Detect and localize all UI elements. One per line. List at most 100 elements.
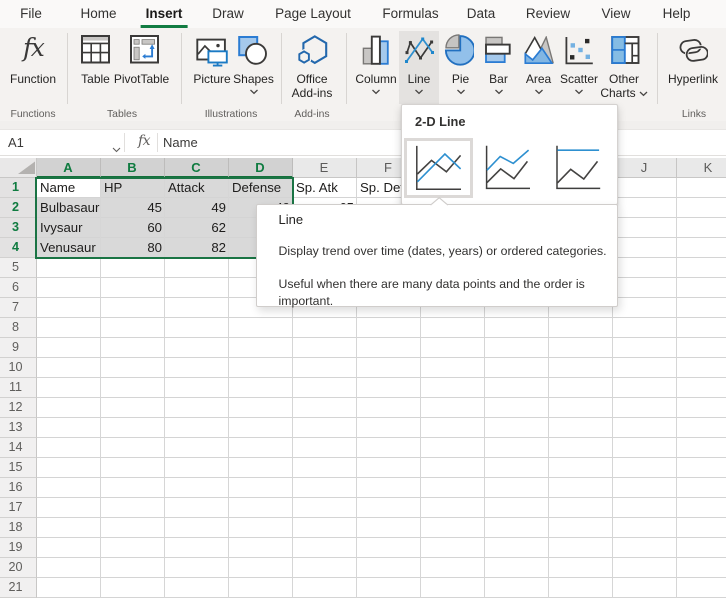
cell-A1[interactable]: Name (37, 178, 101, 198)
formula-bar-separator (157, 133, 158, 152)
line-tooltip: Line Display trend over time (dates, yea… (256, 204, 618, 308)
menu-tab-help[interactable]: Help (663, 0, 691, 28)
ribbon-button-label: Hyperlink (667, 71, 718, 86)
menu-tab-label: Help (662, 6, 691, 21)
chevron-down-icon (639, 86, 648, 100)
cell-C3[interactable]: 62 (165, 218, 229, 238)
row-header-11[interactable]: 11 (0, 378, 37, 398)
office-addins-icon (296, 34, 329, 65)
menu-tab-data[interactable]: Data (467, 0, 496, 28)
row-header-8[interactable]: 8 (0, 318, 37, 338)
chevron-down-icon (415, 89, 424, 95)
row-header-15[interactable]: 15 (0, 458, 37, 478)
select-all-corner[interactable] (0, 158, 37, 178)
hyperlink-icon (678, 38, 708, 62)
tooltip-caret (429, 197, 448, 207)
cell-A3[interactable]: Ivysaur (37, 218, 101, 238)
pivottable-icon (129, 35, 159, 64)
row-header-16[interactable]: 16 (0, 478, 37, 498)
formula-input[interactable]: Name (163, 135, 198, 150)
menu-tab-draw[interactable]: Draw (212, 0, 244, 28)
column-header-E[interactable]: E (292, 158, 357, 178)
row-number: 19 (8, 540, 23, 554)
cell-D1[interactable]: Defense (229, 178, 293, 198)
row-number: 14 (8, 440, 23, 454)
ribbon-group-label-links: Links (681, 109, 707, 120)
chevron-down-icon (372, 89, 381, 95)
cell-B4[interactable]: 80 (101, 238, 165, 258)
tooltip-body-line: Useful when there are many data points a… (278, 276, 585, 309)
row-number: 21 (8, 580, 23, 594)
row-header-13[interactable]: 13 (0, 418, 37, 438)
ribbon-group-label-functions: Functions (10, 109, 56, 120)
row-header-1[interactable]: 1 (0, 178, 37, 198)
row-number: 17 (8, 500, 23, 514)
row-header-14[interactable]: 14 (0, 438, 37, 458)
row-header-17[interactable]: 17 (0, 498, 37, 518)
column-header-B[interactable]: B (100, 158, 165, 178)
column-header-J[interactable]: J (612, 158, 677, 178)
column-header-D[interactable]: D (228, 158, 293, 178)
column-header-K[interactable]: K (676, 158, 726, 178)
row-header-19[interactable]: 19 (0, 538, 37, 558)
ribbon-group-label-tables: Tables (106, 109, 138, 120)
cell-C1[interactable]: Attack (165, 178, 229, 198)
row-number: 10 (8, 360, 23, 374)
cell-A4[interactable]: Venusaur (37, 238, 101, 258)
row-header-3[interactable]: 3 (0, 218, 37, 238)
row-header-9[interactable]: 9 (0, 338, 37, 358)
row-header-10[interactable]: 10 (0, 358, 37, 378)
row-header-7[interactable]: 7 (0, 298, 37, 318)
cell-E1[interactable]: Sp. Atk (293, 178, 357, 198)
menu-tab-formulas[interactable]: Formulas (382, 0, 438, 28)
row-number: 5 (11, 260, 19, 274)
row-number: 1 (11, 180, 19, 194)
fx-icon[interactable]: fx (138, 133, 151, 149)
row-header-21[interactable]: 21 (0, 578, 37, 598)
ribbon-group-label-add-ins: Add-ins (294, 109, 330, 120)
cell-B2[interactable]: 45 (101, 198, 165, 218)
row-header-18[interactable]: 18 (0, 518, 37, 538)
menu-tab-page-layout[interactable]: Page Layout (275, 0, 351, 28)
fx-glyph: fx (23, 33, 45, 62)
name-box[interactable]: A1 (8, 135, 24, 150)
row-header-4[interactable]: 4 (0, 238, 37, 258)
hundred-stacked-line-chart-icon[interactable] (554, 143, 604, 193)
menu-tab-label: Draw (212, 6, 244, 21)
row-header-20[interactable]: 20 (0, 558, 37, 578)
menu-tab-home[interactable]: Home (80, 0, 116, 28)
row-header-2[interactable]: 2 (0, 198, 37, 218)
menu-tab-label: Insert (145, 6, 183, 21)
chevron-down-icon (494, 89, 503, 95)
row-header-12[interactable]: 12 (0, 398, 37, 418)
row-number: 8 (11, 320, 19, 334)
excel-window: File Home Insert Draw Page Layout Formulas Dat… (0, 0, 726, 598)
cell-A2[interactable]: Bulbasaur (37, 198, 101, 218)
column-header-A[interactable]: A (36, 158, 101, 178)
column-header-C[interactable]: C (164, 158, 229, 178)
ribbon-group-label-illustrations: Illustrations (204, 109, 258, 120)
row-number: 13 (8, 420, 23, 434)
menu-tab-view[interactable]: View (601, 0, 630, 28)
row-number: 18 (8, 520, 23, 534)
row-number: 20 (8, 560, 23, 574)
menu-tab-insert[interactable]: Insert (140, 0, 188, 28)
cell-B3[interactable]: 60 (101, 218, 165, 238)
menu-tab-label: Page Layout (275, 6, 351, 21)
formula-bar-separator (124, 133, 125, 152)
cell-C2[interactable]: 49 (165, 198, 229, 218)
menu-tab-label: Data (466, 6, 496, 21)
row-number: 16 (8, 480, 23, 494)
row-number: 9 (11, 340, 19, 354)
row-header-6[interactable]: 6 (0, 278, 37, 298)
cell-B1[interactable]: HP (101, 178, 165, 198)
ribbon-button-hyperlink[interactable]: Hyperlink (659, 28, 726, 121)
row-header-5[interactable]: 5 (0, 258, 37, 278)
name-box-chevron-icon[interactable] (112, 140, 121, 158)
menu-tab-file[interactable]: File (20, 0, 42, 28)
row-number: 3 (11, 220, 19, 234)
cell-C4[interactable]: 82 (165, 238, 229, 258)
menu-tab-review[interactable]: Review (526, 0, 570, 28)
stacked-line-chart-icon[interactable] (484, 143, 534, 193)
row-number: 11 (8, 380, 23, 394)
